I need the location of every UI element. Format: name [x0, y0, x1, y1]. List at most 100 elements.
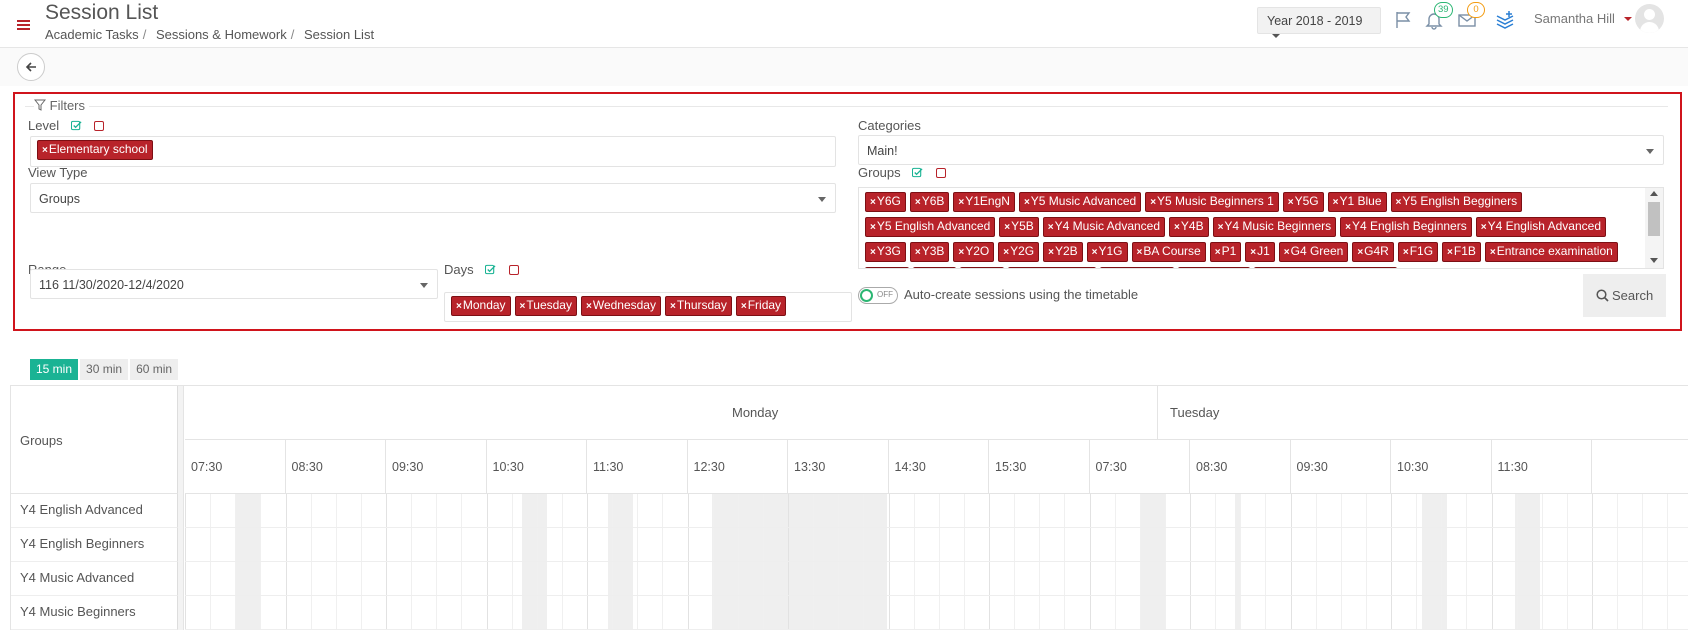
- remove-tag-icon[interactable]: ×: [1048, 222, 1054, 233]
- group-tag[interactable]: ×Example GRP STC 001: [1253, 267, 1397, 268]
- search-button[interactable]: Search: [1583, 274, 1666, 317]
- group-tag[interactable]: ×Y3B: [909, 242, 950, 262]
- group-tag[interactable]: ×Y5 Music Advanced: [1018, 192, 1142, 212]
- remove-tag-icon[interactable]: ×: [1004, 222, 1010, 233]
- remove-tag-icon[interactable]: ×: [586, 301, 592, 312]
- group-tag[interactable]: ×AP-3: [865, 267, 909, 268]
- interval-60-button[interactable]: 60 min: [130, 359, 179, 380]
- interval-30-button[interactable]: 30 min: [80, 359, 129, 380]
- group-tag[interactable]: ×Y5 English Begginers: [1390, 192, 1523, 212]
- remove-tag-icon[interactable]: ×: [1481, 222, 1487, 233]
- group-tag[interactable]: ×Y4B: [1169, 217, 1209, 237]
- range-select[interactable]: 116 11/30/2020-12/4/2020: [30, 269, 438, 299]
- group-tag[interactable]: ×Y3G: [865, 242, 906, 262]
- remove-tag-icon[interactable]: ×: [915, 197, 921, 208]
- clear-all-icon[interactable]: [935, 168, 946, 178]
- layers-add-icon[interactable]: [1495, 10, 1515, 30]
- remove-tag-icon[interactable]: ×: [1174, 222, 1180, 233]
- group-tag[interactable]: ×BA Course: [1131, 242, 1206, 262]
- group-tag[interactable]: ×Y4 Music Advanced: [1042, 217, 1166, 237]
- group-tag[interactable]: ×Y5 Music Beginners 1: [1145, 192, 1279, 212]
- back-button[interactable]: [17, 53, 45, 81]
- remove-tag-icon[interactable]: ×: [1137, 247, 1143, 258]
- remove-tag-icon[interactable]: ×: [520, 301, 526, 312]
- day-tag[interactable]: ×Thursday: [664, 296, 732, 316]
- group-tag[interactable]: ×AP-2: [912, 267, 957, 268]
- remove-tag-icon[interactable]: ×: [870, 247, 876, 258]
- remove-tag-icon[interactable]: ×: [1215, 247, 1221, 258]
- categories-select[interactable]: Main!: [858, 135, 1664, 165]
- clear-all-icon[interactable]: [508, 265, 519, 275]
- select-all-icon[interactable]: [70, 120, 82, 131]
- breadcrumb-academic-tasks[interactable]: Academic Tasks: [45, 27, 139, 42]
- menu-icon[interactable]: [17, 20, 30, 30]
- group-tag[interactable]: ×Y4 English Beginners: [1340, 217, 1472, 237]
- day-tag[interactable]: ×Wednesday: [580, 296, 661, 316]
- day-tag[interactable]: ×Monday: [451, 296, 511, 316]
- select-all-icon[interactable]: [485, 264, 496, 275]
- envelope-icon[interactable]: 0: [1457, 2, 1485, 30]
- group-tag[interactable]: ×Y1EngN: [953, 192, 1015, 212]
- auto-create-toggle[interactable]: OFF: [858, 287, 898, 304]
- group-tag[interactable]: ×ROBOTIKI: [1099, 267, 1174, 268]
- scroll-thumb[interactable]: [1648, 202, 1660, 236]
- remove-tag-icon[interactable]: ×: [1024, 197, 1030, 208]
- group-tag[interactable]: ×F1G: [1397, 242, 1439, 262]
- flag-icon[interactable]: [1394, 10, 1414, 30]
- select-all-icon[interactable]: [912, 167, 923, 178]
- user-name[interactable]: Samantha Hill: [1534, 11, 1615, 26]
- remove-tag-icon[interactable]: ×: [456, 301, 462, 312]
- remove-tag-icon[interactable]: ×: [1284, 247, 1290, 258]
- remove-tag-icon[interactable]: ×: [1345, 222, 1351, 233]
- group-tag[interactable]: ×Y5G: [1282, 192, 1324, 212]
- group-tag[interactable]: ×Entrance examination: [1484, 242, 1618, 262]
- remove-tag-icon[interactable]: ×: [1150, 197, 1156, 208]
- group-tag[interactable]: ×Y6B: [909, 192, 950, 212]
- group-tag[interactable]: ×Y5B: [999, 217, 1039, 237]
- scroll-up-icon[interactable]: [1650, 191, 1658, 196]
- group-tag[interactable]: ×Y4 English Advanced: [1475, 217, 1606, 237]
- remove-tag-icon[interactable]: ×: [1333, 197, 1339, 208]
- user-menu-caret-icon[interactable]: [1624, 17, 1632, 21]
- timeline-splitter[interactable]: [178, 386, 184, 630]
- remove-tag-icon[interactable]: ×: [915, 247, 921, 258]
- remove-tag-icon[interactable]: ×: [870, 197, 876, 208]
- groups-multiselect[interactable]: ×Y6G ×Y6B ×Y1EngN ×Y5 Music Advanced ×Y5 Mus…: [858, 187, 1664, 269]
- days-multiselect[interactable]: ×Monday ×Tuesday ×Wednesday ×Thursday ×Frida…: [444, 292, 852, 322]
- remove-tag-icon[interactable]: ×: [1490, 247, 1496, 258]
- group-tag[interactable]: ×Y5 English Advanced: [865, 217, 996, 237]
- remove-tag-icon[interactable]: ×: [870, 222, 876, 233]
- groups-scrollbar[interactable]: [1645, 188, 1663, 268]
- group-tag[interactable]: ×Y4 Bubbly: [1177, 267, 1250, 268]
- group-tag[interactable]: ×Y2O: [953, 242, 995, 262]
- day-tag[interactable]: ×Friday: [735, 296, 787, 316]
- level-tag[interactable]: ×Elementary school: [37, 140, 153, 160]
- group-tag[interactable]: ×Library Users: [1007, 267, 1096, 268]
- remove-tag-icon[interactable]: ×: [1396, 197, 1402, 208]
- year-select[interactable]: Year 2018 - 2019: [1257, 7, 1381, 38]
- timeline-grid[interactable]: [185, 494, 1688, 630]
- remove-tag-icon[interactable]: ×: [670, 301, 676, 312]
- remove-tag-icon[interactable]: ×: [1250, 247, 1256, 258]
- view-type-select[interactable]: Groups: [30, 183, 836, 213]
- interval-15-button[interactable]: 15 min: [30, 359, 79, 380]
- group-tag[interactable]: ×F1B: [1442, 242, 1481, 262]
- remove-tag-icon[interactable]: ×: [1003, 247, 1009, 258]
- group-tag[interactable]: ×Y6G: [865, 192, 906, 212]
- group-tag[interactable]: ×G4 Green: [1278, 242, 1349, 262]
- remove-tag-icon[interactable]: ×: [1048, 247, 1054, 258]
- group-tag[interactable]: ×Y1 Blue: [1327, 192, 1387, 212]
- avatar[interactable]: [1635, 4, 1664, 33]
- remove-tag-icon[interactable]: ×: [958, 197, 964, 208]
- remove-tag-icon[interactable]: ×: [1092, 247, 1098, 258]
- remove-tag-icon[interactable]: ×: [741, 301, 747, 312]
- remove-tag-icon[interactable]: ×: [1447, 247, 1453, 258]
- group-tag[interactable]: ×Y2G: [998, 242, 1040, 262]
- group-tag[interactable]: ×G4R: [1352, 242, 1394, 262]
- remove-tag-icon[interactable]: ×: [1218, 222, 1224, 233]
- group-tag[interactable]: ×Y4 Music Beginners: [1212, 217, 1337, 237]
- day-tag[interactable]: ×Tuesday: [514, 296, 577, 316]
- group-tag[interactable]: ×P1: [1209, 242, 1242, 262]
- breadcrumb-sessions-homework[interactable]: Sessions & Homework: [156, 27, 287, 42]
- group-tag[interactable]: ×J1: [1245, 242, 1275, 262]
